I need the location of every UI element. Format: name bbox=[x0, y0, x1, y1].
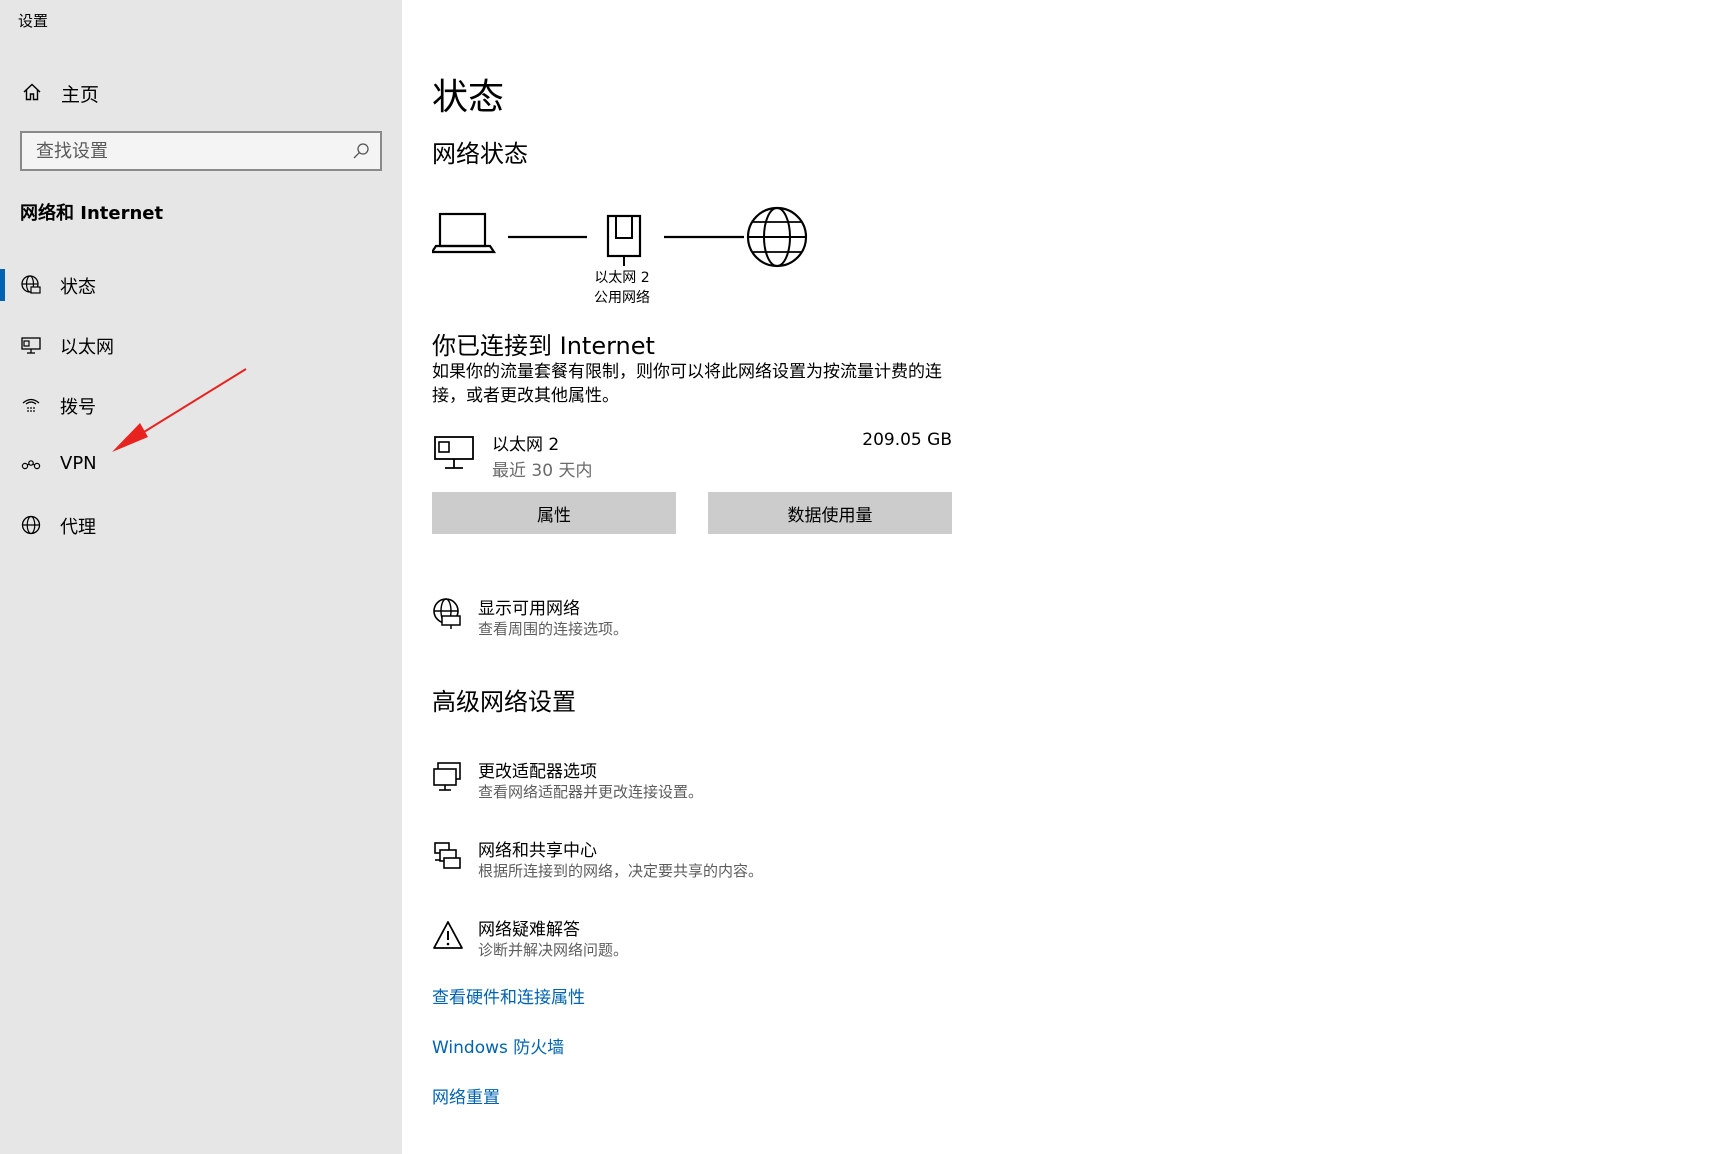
show-networks-desc: 查看周围的连接选项。 bbox=[478, 620, 629, 638]
sharing-center-title: 网络和共享中心 bbox=[478, 841, 597, 861]
show-networks-title: 显示可用网络 bbox=[478, 599, 580, 619]
sharing-center-desc: 根据所连接到的网络，决定要共享的内容。 bbox=[478, 862, 764, 880]
sidebar-item-vpn[interactable]: VPN bbox=[0, 443, 402, 487]
adapter-usage: 209.05 GB bbox=[862, 430, 952, 450]
section-heading: 网络和 Internet bbox=[20, 203, 164, 224]
app-title: 设置 bbox=[18, 12, 49, 30]
network-caption: 以太网 2 公用网络 bbox=[572, 268, 672, 308]
sidebar-item-ethernet[interactable]: 以太网 bbox=[0, 323, 402, 367]
main-content: 状态 网络状态 以太网 2 公用网络 你已连接到 Internet 如果你的流量… bbox=[402, 0, 1715, 1154]
network-reset-link[interactable]: 网络重置 bbox=[432, 1083, 500, 1108]
sharing-center-icon bbox=[434, 842, 461, 869]
sidebar-item-label: 以太网 bbox=[60, 337, 114, 358]
advanced-settings-heading: 高级网络设置 bbox=[432, 688, 576, 716]
sidebar-item-dialup[interactable]: 拨号 bbox=[0, 383, 402, 427]
connection-status-title: 你已连接到 Internet bbox=[432, 332, 655, 360]
home-label: 主页 bbox=[61, 84, 100, 106]
sidebar-item-proxy[interactable]: 代理 bbox=[0, 503, 402, 547]
internet-globe-icon bbox=[746, 206, 808, 268]
show-networks-option[interactable]: 显示可用网络 查看周围的连接选项。 bbox=[432, 594, 1032, 644]
home-icon bbox=[23, 83, 41, 101]
status-globe-icon bbox=[21, 275, 41, 294]
page-title: 状态 bbox=[432, 77, 505, 118]
ethernet-adapter-icon bbox=[434, 436, 474, 469]
network-diagram: 以太网 2 公用网络 bbox=[432, 204, 822, 314]
sharing-center-option[interactable]: 网络和共享中心 根据所连接到的网络，决定要共享的内容。 bbox=[432, 836, 1032, 886]
adapter-period: 最近 30 天内 bbox=[492, 461, 593, 481]
home-nav-item[interactable]: 主页 bbox=[0, 74, 402, 110]
globe-icon bbox=[21, 515, 41, 535]
change-adapter-desc: 查看网络适配器并更改连接设置。 bbox=[478, 783, 704, 801]
ethernet-port-icon bbox=[606, 214, 642, 266]
connection-description: 如果你的流量套餐有限制，则你可以将此网络设置为按流量计费的连接，或者更改其他属性… bbox=[432, 362, 942, 406]
troubleshooter-title: 网络疑难解答 bbox=[478, 920, 580, 940]
search-input[interactable] bbox=[22, 133, 342, 169]
troubleshooter-option[interactable]: 网络疑难解答 诊断并解决网络问题。 bbox=[432, 915, 1032, 965]
sidebar-item-label: 代理 bbox=[60, 517, 96, 538]
laptop-icon bbox=[432, 212, 497, 254]
search-box bbox=[20, 131, 382, 171]
network-globe-icon bbox=[433, 598, 461, 629]
settings-window: 设置 主页 网络和 Internet 状态 bbox=[0, 0, 1715, 1154]
sidebar-item-status[interactable]: 状态 bbox=[0, 263, 402, 307]
sidebar-item-label: VPN bbox=[60, 453, 97, 474]
ethernet-icon bbox=[21, 337, 41, 354]
properties-button[interactable]: 属性 bbox=[432, 492, 676, 534]
adapter-monitor-icon bbox=[433, 762, 461, 791]
adapter-summary: 以太网 2 最近 30 天内 209.05 GB bbox=[432, 428, 952, 484]
hardware-properties-link[interactable]: 查看硬件和连接属性 bbox=[432, 983, 585, 1008]
network-name: 以太网 2 bbox=[594, 270, 650, 286]
change-adapter-options[interactable]: 更改适配器选项 查看网络适配器并更改连接设置。 bbox=[432, 757, 1032, 807]
dialup-icon bbox=[22, 398, 40, 412]
vpn-icon bbox=[21, 460, 41, 470]
network-status-heading: 网络状态 bbox=[432, 140, 528, 168]
data-usage-button[interactable]: 数据使用量 bbox=[708, 492, 952, 534]
sidebar-item-label: 状态 bbox=[60, 277, 96, 298]
warning-icon bbox=[433, 921, 463, 949]
change-adapter-title: 更改适配器选项 bbox=[478, 762, 597, 782]
network-type: 公用网络 bbox=[594, 290, 650, 306]
troubleshooter-desc: 诊断并解决网络问题。 bbox=[478, 941, 629, 959]
windows-firewall-link[interactable]: Windows 防火墙 bbox=[432, 1033, 564, 1058]
search-icon[interactable] bbox=[352, 142, 370, 160]
sidebar-item-label: 拨号 bbox=[60, 397, 96, 418]
sidebar: 设置 主页 网络和 Internet 状态 bbox=[0, 0, 402, 1154]
adapter-name: 以太网 2 bbox=[492, 435, 560, 455]
